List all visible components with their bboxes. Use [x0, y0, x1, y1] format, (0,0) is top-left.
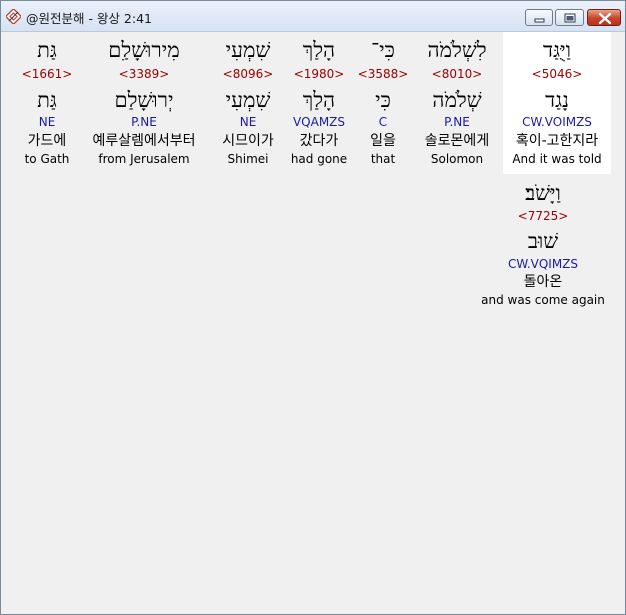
maximize-button[interactable] [555, 9, 584, 26]
verse-analysis-panel: וַיֻּגַּד <5046> נָגַד CW.VOIMZS 혹이-고한지라… [3, 32, 623, 612]
word-column[interactable]: שִׁמְעִי <8096> שִׁמְעִי NE 시므이가 Shimei [208, 32, 288, 174]
korean-gloss: 갔다가 [299, 133, 339, 149]
english-gloss: to Gath [24, 152, 70, 166]
maximize-icon [564, 13, 576, 23]
korean-gloss: 가드에 [27, 133, 67, 149]
strong-number[interactable]: <5046> [503, 67, 611, 81]
hebrew-word: שִׁמְעִי [225, 38, 271, 62]
strong-number[interactable]: <1661> [11, 67, 83, 81]
morphology-code: CW.VQIMZS [507, 257, 579, 271]
word-column[interactable]: הָלַךְ <1980> הָלַךְ VQAMZS 갔다가 had gone [279, 32, 359, 174]
app-window: @원전분해 - 왕상 2:41 וַיֻּגַּד <5046> נָגַד C… [0, 0, 626, 615]
word-column[interactable]: מִירוּשָׁלִַם <3389> יְרוּשָׁלַם P.NE 예루… [79, 32, 209, 174]
strong-number[interactable]: <7725> [481, 209, 605, 223]
hebrew-word: גַּת [37, 38, 57, 62]
hebrew-lemma: גַּת [37, 88, 57, 112]
close-button[interactable] [587, 9, 621, 26]
window-title: @원전분해 - 왕상 2:41 [26, 11, 153, 26]
morphology-code: P.NE [131, 115, 157, 129]
hebrew-lemma: שִׁמְעִי [225, 88, 271, 112]
hebrew-lemma: שׁוּב [527, 229, 559, 253]
english-gloss: from Jerusalem [98, 152, 190, 166]
hebrew-word: וַיֻּגַּד [543, 38, 571, 62]
morphology-code: CW.VOIMZS [522, 115, 592, 129]
english-gloss: and was come again [481, 293, 605, 307]
korean-gloss: 시므이가 [222, 133, 274, 149]
korean-gloss: 예루살렘에서부터 [92, 133, 196, 149]
english-gloss: And it was told [512, 152, 602, 166]
word-column[interactable]: גַּת <1661> גַּת NE 가드에 to Gath [11, 32, 83, 174]
hebrew-lemma: הָלַךְ [302, 88, 336, 112]
morphology-code: NE [239, 115, 257, 129]
close-icon [598, 12, 612, 25]
morphology-code: NE [38, 115, 56, 129]
title-bar[interactable]: @원전분해 - 왕상 2:41 [1, 1, 625, 32]
korean-gloss: 혹이-고한지라 [515, 133, 599, 149]
english-gloss: had gone [290, 152, 348, 166]
korean-gloss: 돌아온 [523, 274, 563, 290]
strong-number[interactable]: <3389> [79, 67, 209, 81]
bible-app-icon[interactable] [4, 7, 23, 26]
hebrew-word: הָלַךְ [302, 38, 336, 62]
strong-number[interactable]: <8096> [208, 67, 288, 81]
hebrew-lemma: יְרוּשָׁלַם [114, 88, 174, 112]
word-column[interactable]: וַיָּשֹׁב׃ <7725> שׁוּב CW.VQIMZS 돌아온 an… [481, 178, 605, 312]
minimize-icon [534, 18, 545, 23]
strong-number[interactable]: <1980> [279, 67, 359, 81]
hebrew-word: וַיָּשֹׁב׃ [525, 181, 561, 205]
morphology-code: VQAMZS [292, 115, 346, 129]
hebrew-lemma: נָגַד [545, 88, 569, 112]
word-column[interactable]: וַיֻּגַּד <5046> נָגַד CW.VOIMZS 혹이-고한지라… [503, 32, 611, 174]
english-gloss: Shimei [227, 152, 269, 166]
minimize-button[interactable] [525, 9, 553, 26]
hebrew-word: מִירוּשָׁלִַם [108, 38, 180, 62]
